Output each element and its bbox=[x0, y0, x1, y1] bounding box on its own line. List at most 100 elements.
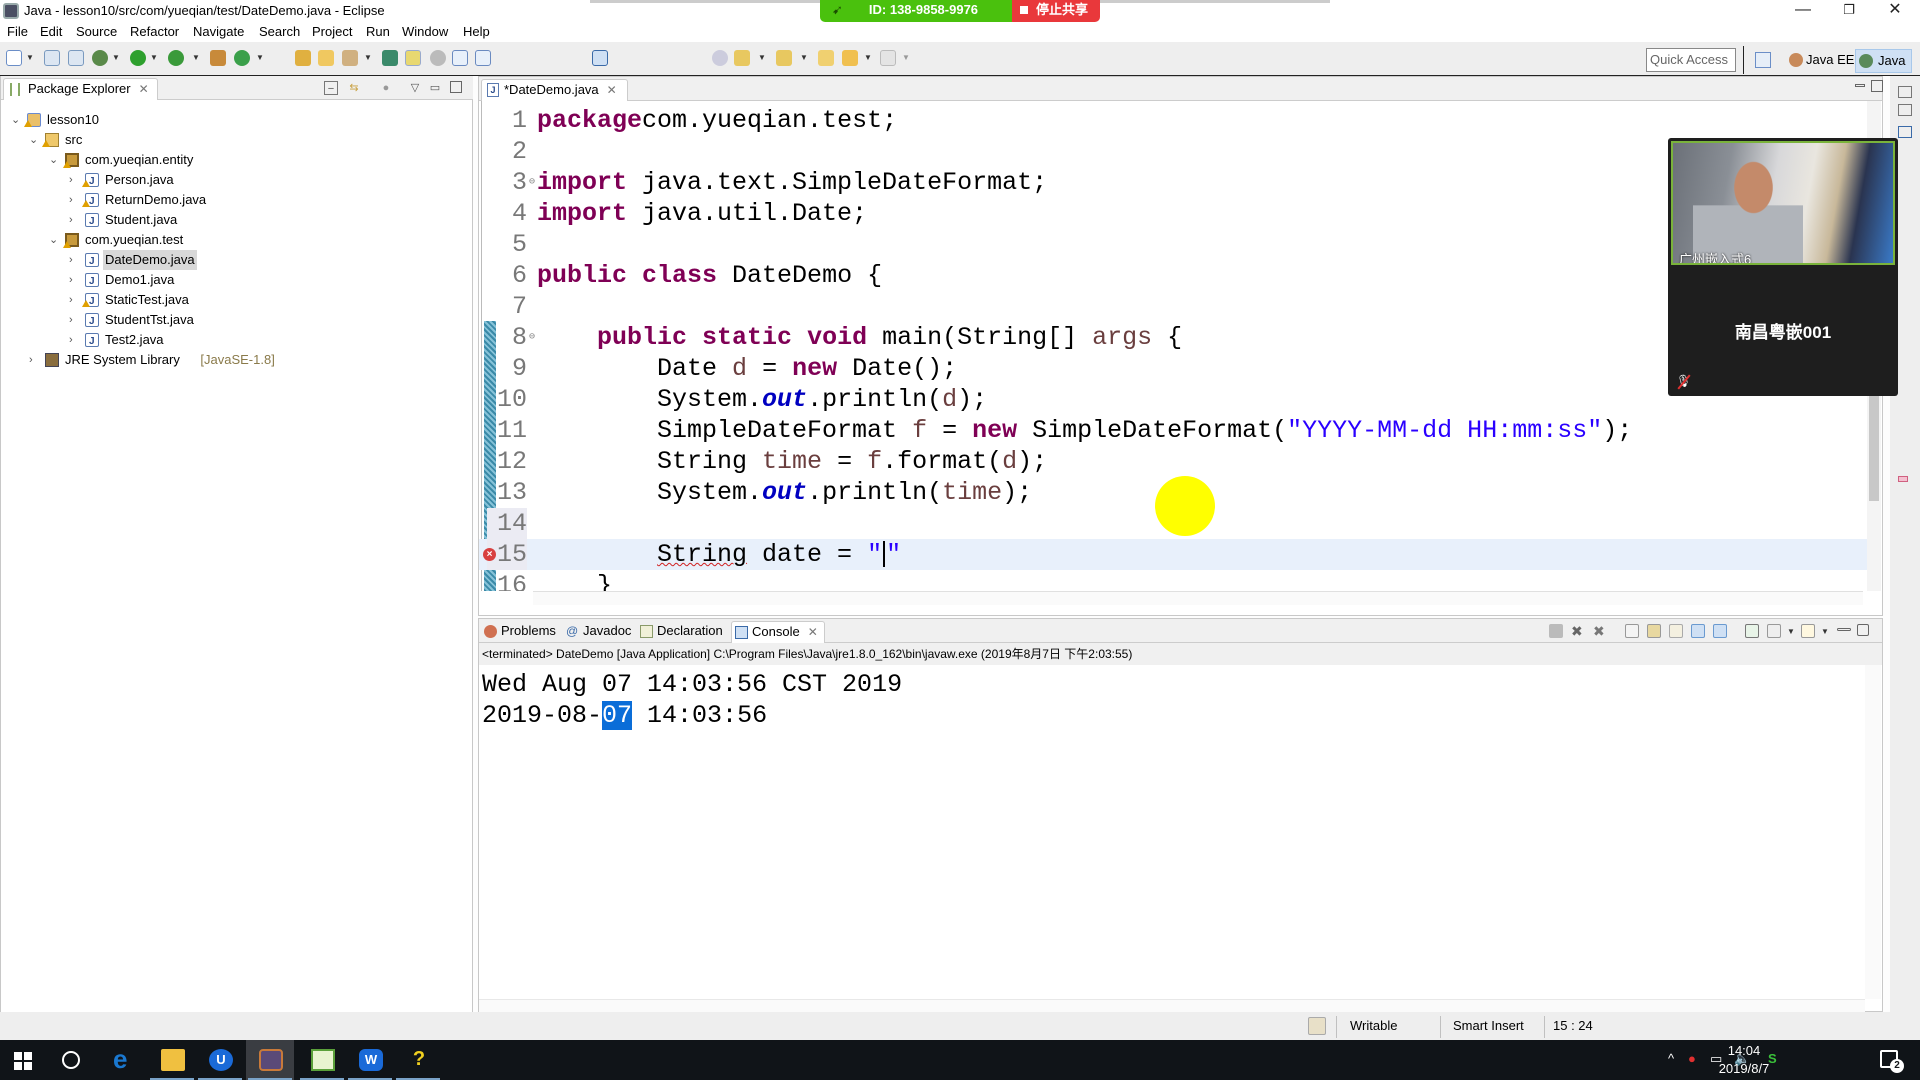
chevron-right-icon[interactable]: › bbox=[69, 310, 81, 330]
menu-edit[interactable]: Edit bbox=[40, 24, 62, 39]
taskbar-u-app[interactable]: U bbox=[196, 1040, 244, 1080]
tab-problems[interactable]: Problems bbox=[481, 621, 562, 643]
paragraph-icon[interactable] bbox=[475, 50, 491, 66]
save-all-icon[interactable] bbox=[68, 50, 84, 66]
show-whitespace-icon[interactable] bbox=[452, 50, 468, 66]
chevron-right-icon[interactable]: › bbox=[69, 330, 81, 350]
open-console-icon[interactable] bbox=[1801, 624, 1815, 638]
clear-console-icon[interactable] bbox=[1625, 624, 1639, 638]
new-class-icon[interactable] bbox=[234, 50, 250, 66]
display-console-dropdown[interactable]: ▼ bbox=[1787, 627, 1795, 636]
open-type-icon[interactable] bbox=[295, 50, 311, 66]
minimize-view-icon[interactable]: ▭ bbox=[428, 81, 442, 95]
taskbar-help-app[interactable]: ? bbox=[394, 1040, 442, 1080]
collapse-all-icon[interactable]: − bbox=[324, 81, 338, 95]
code-line[interactable]: 6 public class DateDemo { bbox=[479, 260, 1867, 291]
error-overview-marker[interactable] bbox=[1898, 476, 1908, 482]
maximize-button[interactable]: ❐ bbox=[1826, 0, 1872, 22]
taskbar-notepad[interactable] bbox=[298, 1040, 346, 1080]
next-annotation-icon[interactable] bbox=[734, 50, 750, 66]
last-edit-location-icon[interactable] bbox=[818, 50, 834, 66]
console-horizontal-scrollbar[interactable] bbox=[479, 999, 1865, 1013]
code-line[interactable]: 15 × String date = " " bbox=[479, 539, 1867, 570]
debug-icon[interactable] bbox=[92, 50, 108, 66]
scroll-lock-icon[interactable] bbox=[1647, 624, 1661, 638]
search-dropdown[interactable]: ▼ bbox=[364, 53, 372, 62]
menu-search[interactable]: Search bbox=[259, 24, 300, 39]
chevron-down-icon[interactable]: ⌄ bbox=[49, 230, 61, 250]
pin-console-icon[interactable] bbox=[1745, 624, 1759, 638]
code-line[interactable]: 2 bbox=[479, 136, 1867, 167]
code-line[interactable]: 10 System.out.println(d); bbox=[479, 384, 1867, 415]
search-tool-icon[interactable] bbox=[342, 50, 358, 66]
chevron-right-icon[interactable]: › bbox=[69, 190, 81, 210]
outline-icon[interactable] bbox=[1898, 126, 1912, 138]
terminate-icon[interactable] bbox=[1549, 624, 1563, 638]
code-line[interactable]: 5 bbox=[479, 229, 1867, 260]
chevron-right-icon[interactable]: › bbox=[29, 350, 41, 370]
toggle-breadcrumb-icon[interactable] bbox=[382, 50, 398, 66]
forward-dropdown[interactable]: ▼ bbox=[902, 53, 910, 62]
menu-file[interactable]: File bbox=[7, 24, 28, 39]
minimize-console-icon[interactable] bbox=[1837, 628, 1851, 631]
remove-all-terminated-icon[interactable]: ✖ bbox=[1593, 624, 1607, 638]
code-line[interactable]: 12 String time = f.format(d); bbox=[479, 446, 1867, 477]
maximize-view-icon[interactable] bbox=[450, 81, 462, 93]
menu-source[interactable]: Source bbox=[76, 24, 117, 39]
tab-console[interactable]: Console ✕ bbox=[731, 621, 825, 643]
console-view-icon[interactable] bbox=[592, 50, 608, 66]
new-dropdown[interactable]: ▼ bbox=[26, 53, 34, 62]
minimize-button[interactable]: — bbox=[1780, 0, 1826, 22]
run-external-tools-icon[interactable] bbox=[168, 50, 184, 66]
code-line[interactable]: 3 ⊖ import java.text.SimpleDateFormat; bbox=[479, 167, 1867, 198]
open-console-dropdown[interactable]: ▼ bbox=[1821, 627, 1829, 636]
restore-icon[interactable] bbox=[1898, 86, 1912, 98]
menu-navigate[interactable]: Navigate bbox=[193, 24, 244, 39]
run-dropdown[interactable]: ▼ bbox=[150, 53, 158, 62]
new-class-dropdown[interactable]: ▼ bbox=[256, 53, 264, 62]
maximize-editor-icon[interactable] bbox=[1871, 80, 1883, 92]
block-selection-icon[interactable] bbox=[430, 50, 446, 66]
chevron-right-icon[interactable]: › bbox=[69, 290, 81, 310]
code-line[interactable]: 11 SimpleDateFormat f = new SimpleDateFo… bbox=[479, 415, 1867, 446]
code-line[interactable]: 7 bbox=[479, 291, 1867, 322]
console-output-line[interactable]: 2019-08-07 14:03:56 bbox=[482, 700, 767, 731]
show-console-on-stderr-icon[interactable] bbox=[1713, 624, 1727, 638]
code-line[interactable]: 16 } bbox=[479, 570, 1867, 591]
taskbar-wps[interactable]: W bbox=[346, 1040, 394, 1080]
code-line[interactable]: 8 ⊖ public static void main(String[] args… bbox=[479, 322, 1867, 353]
next-annotation-dropdown[interactable]: ▼ bbox=[758, 53, 766, 62]
open-perspective-icon[interactable] bbox=[1755, 52, 1771, 68]
remove-launch-icon[interactable]: ✖ bbox=[1571, 624, 1585, 638]
menu-refactor[interactable]: Refactor bbox=[130, 24, 179, 39]
perspective-java[interactable]: Java bbox=[1855, 49, 1912, 73]
minimize-editor-icon[interactable] bbox=[1855, 84, 1865, 87]
previous-annotation-icon[interactable] bbox=[776, 50, 792, 66]
chevron-right-icon[interactable]: › bbox=[69, 210, 81, 230]
close-button[interactable]: ✕ bbox=[1872, 0, 1918, 22]
windows-start-icon[interactable] bbox=[14, 1052, 32, 1070]
fold-toggle-icon[interactable]: ⊖ bbox=[529, 322, 535, 353]
error-marker-icon[interactable]: × bbox=[483, 548, 496, 561]
open-task-icon[interactable] bbox=[318, 50, 334, 66]
show-console-on-stdout-icon[interactable] bbox=[1691, 624, 1705, 638]
chevron-down-icon[interactable]: ⌄ bbox=[49, 150, 61, 170]
close-tab-icon[interactable]: ✕ bbox=[139, 82, 149, 96]
menu-help[interactable]: Help bbox=[463, 24, 490, 39]
tab-declaration[interactable]: Declaration bbox=[637, 621, 729, 643]
cortana-search-icon[interactable] bbox=[62, 1051, 80, 1069]
taskbar-clock-date[interactable]: 2019/8/7 bbox=[1706, 1061, 1782, 1076]
tab-javadoc[interactable]: @ Javadoc bbox=[563, 621, 637, 643]
skip-breakpoints-icon[interactable] bbox=[712, 50, 728, 66]
perspective-java-ee[interactable]: Java EE bbox=[1786, 49, 1854, 71]
menu-project[interactable]: Project bbox=[312, 24, 352, 39]
quick-access-input[interactable]: Quick Access bbox=[1646, 48, 1736, 72]
task-list-icon[interactable] bbox=[1898, 104, 1912, 116]
console-vertical-scrollbar[interactable] bbox=[1865, 665, 1881, 999]
save-icon[interactable] bbox=[44, 50, 60, 66]
back-dropdown[interactable]: ▼ bbox=[864, 53, 872, 62]
editor-horizontal-scrollbar[interactable] bbox=[533, 591, 1863, 605]
mic-muted-icon[interactable]: 🎙 bbox=[1676, 374, 1691, 390]
close-editor-tab-icon[interactable]: ✕ bbox=[607, 83, 617, 97]
previous-annotation-dropdown[interactable]: ▼ bbox=[800, 53, 808, 62]
